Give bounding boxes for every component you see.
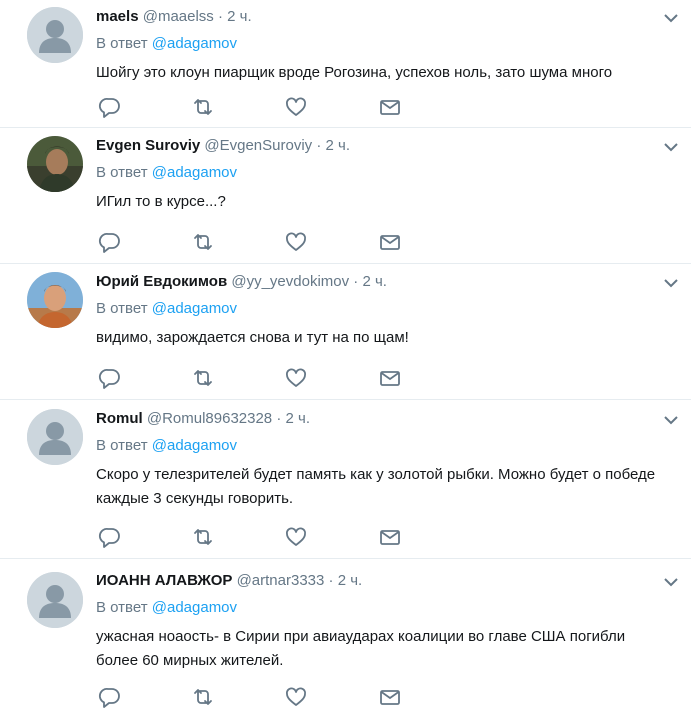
separator: · [316, 137, 322, 154]
photo-avatar-icon [27, 136, 83, 192]
timestamp[interactable]: 2 ч. [286, 410, 311, 427]
tweet-text: видимо, зарождается снова и тут на по ща… [96, 329, 409, 346]
tweet-actions [98, 525, 418, 549]
separator: · [217, 8, 223, 25]
retweet-icon[interactable] [191, 230, 215, 254]
reply-icon[interactable] [98, 685, 122, 709]
envelope-icon[interactable] [378, 685, 402, 709]
tweet-header: maels @maaelss · 2 ч. [96, 7, 252, 27]
timestamp[interactable]: 2 ч. [227, 8, 252, 25]
reply-prefix: В ответ [96, 437, 148, 454]
reply-mention[interactable]: @adagamov [152, 35, 237, 52]
envelope-icon[interactable] [378, 366, 402, 390]
reply-prefix: В ответ [96, 35, 148, 52]
separator: · [328, 572, 334, 589]
reply-context: В ответ @adagamov [96, 34, 237, 54]
timestamp[interactable]: 2 ч. [326, 137, 351, 154]
chevron-down-icon[interactable] [661, 410, 681, 430]
tweet-header: Evgen Suroviy @EvgenSuroviy · 2 ч. [96, 136, 350, 156]
reply-icon[interactable] [98, 230, 122, 254]
user-handle[interactable]: @artnar3333 [237, 572, 325, 589]
user-handle[interactable]: @yy_yevdokimov [231, 273, 349, 290]
tweet-actions [98, 230, 418, 254]
chevron-down-icon[interactable] [661, 273, 681, 293]
tweet-text: Шойгу это клоун пиарщик вроде Рогозина, … [96, 64, 613, 81]
tweet-header: Юрий Евдокимов @yy_yevdokimov · 2 ч. [96, 272, 387, 292]
heart-icon[interactable] [284, 366, 308, 390]
avatar[interactable] [27, 272, 83, 328]
user-handle[interactable]: @maaelss [143, 8, 214, 25]
reply-context: В ответ @adagamov [96, 299, 237, 319]
chevron-down-icon[interactable] [661, 8, 681, 28]
tweet-item[interactable]: Evgen Suroviy @EvgenSuroviy · 2 ч. В отв… [0, 128, 691, 264]
photo-avatar-icon [27, 272, 83, 328]
retweet-icon[interactable] [191, 685, 215, 709]
default-avatar-icon [27, 409, 83, 465]
retweet-icon[interactable] [191, 95, 215, 119]
avatar[interactable] [27, 572, 83, 628]
avatar[interactable] [27, 7, 83, 63]
reply-mention[interactable]: @adagamov [152, 300, 237, 317]
reply-icon[interactable] [98, 525, 122, 549]
reply-context: В ответ @adagamov [96, 436, 237, 456]
avatar[interactable] [27, 409, 83, 465]
tweet-item[interactable]: Юрий Евдокимов @yy_yevdokimov · 2 ч. В о… [0, 264, 691, 400]
display-name[interactable]: Evgen Suroviy [96, 137, 200, 154]
heart-icon[interactable] [284, 685, 308, 709]
display-name[interactable]: Юрий Евдокимов [96, 273, 227, 290]
reply-prefix: В ответ [96, 300, 148, 317]
reply-icon[interactable] [98, 95, 122, 119]
tweet-item[interactable]: maels @maaelss · 2 ч. В ответ @adagamov … [0, 0, 691, 128]
reply-context: В ответ @adagamov [96, 598, 237, 618]
tweet-header: Romul @Romul89632328 · 2 ч. [96, 409, 310, 429]
reply-prefix: В ответ [96, 599, 148, 616]
envelope-icon[interactable] [378, 95, 402, 119]
tweet-feed: maels @maaelss · 2 ч. В ответ @adagamov … [0, 0, 691, 721]
user-handle[interactable]: @EvgenSuroviy [204, 137, 312, 154]
heart-icon[interactable] [284, 95, 308, 119]
reply-icon[interactable] [98, 366, 122, 390]
display-name[interactable]: Romul [96, 410, 143, 427]
envelope-icon[interactable] [378, 525, 402, 549]
tweet-actions [98, 366, 418, 390]
display-name[interactable]: ИОАНН АЛАВЖОР [96, 572, 232, 589]
default-avatar-icon [27, 7, 83, 63]
chevron-down-icon[interactable] [661, 572, 681, 592]
reply-mention[interactable]: @adagamov [152, 164, 237, 181]
tweet-item[interactable]: Romul @Romul89632328 · 2 ч. В ответ @ada… [0, 400, 691, 559]
reply-context: В ответ @adagamov [96, 163, 237, 183]
heart-icon[interactable] [284, 525, 308, 549]
tweet-text: ИГил то в курсе...? [96, 193, 226, 210]
separator: · [353, 273, 359, 290]
tweet-text: Скоро у телезрителей будет память как у … [96, 466, 656, 507]
display-name[interactable]: maels [96, 8, 139, 25]
tweet-item[interactable]: ИОАНН АЛАВЖОР @artnar3333 · 2 ч. В ответ… [0, 559, 691, 721]
tweet-actions [98, 95, 418, 119]
chevron-down-icon[interactable] [661, 137, 681, 157]
heart-icon[interactable] [284, 230, 308, 254]
separator: · [276, 410, 282, 427]
reply-mention[interactable]: @adagamov [152, 437, 237, 454]
tweet-text: ужасная ноаость- в Сирии при авиаударах … [96, 628, 626, 669]
retweet-icon[interactable] [191, 366, 215, 390]
reply-prefix: В ответ [96, 164, 148, 181]
tweet-actions [98, 685, 418, 709]
timestamp[interactable]: 2 ч. [362, 273, 387, 290]
reply-mention[interactable]: @adagamov [152, 599, 237, 616]
envelope-icon[interactable] [378, 230, 402, 254]
timestamp[interactable]: 2 ч. [338, 572, 363, 589]
tweet-header: ИОАНН АЛАВЖОР @artnar3333 · 2 ч. [96, 571, 362, 591]
user-handle[interactable]: @Romul89632328 [147, 410, 272, 427]
avatar[interactable] [27, 136, 83, 192]
retweet-icon[interactable] [191, 525, 215, 549]
default-avatar-icon [27, 572, 83, 628]
